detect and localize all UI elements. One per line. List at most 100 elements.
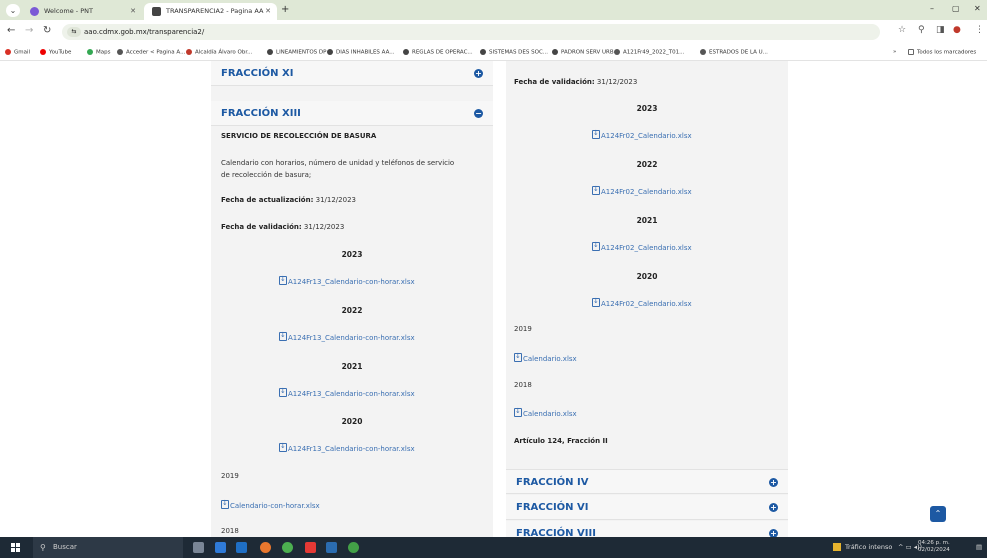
accordion-fraccion-viii[interactable]: FRACCIÓN VIII + [506,521,788,537]
page-icon [117,49,123,55]
minus-circle-icon[interactable]: − [474,109,483,118]
forward-icon[interactable]: → [25,25,33,36]
site-info-icon[interactable]: ⇆ [67,27,81,37]
minimize-icon[interactable]: – [930,4,934,13]
year-label: 2019 [514,325,532,333]
taskbar-search-input[interactable]: ⚲ Buscar [33,537,183,558]
file-link[interactable]: A124Fr13_Calendario-con-horar.xlsx [279,442,415,453]
bookmark-gmail[interactable]: Gmail [5,49,30,56]
firefox-icon[interactable] [260,542,271,553]
scroll-to-top-button[interactable]: ⌃ [930,506,946,522]
maps-icon [87,49,93,55]
notifications-icon[interactable]: ▤ [976,537,982,558]
bookmark-reglas[interactable]: REGLAS DE OPERAC... [403,49,473,56]
all-bookmarks-folder[interactable]: Todos los marcadores [908,49,976,56]
bookmark-sistemas[interactable]: SISTEMAS DES SOC... [480,49,548,56]
tab-search-icon[interactable]: ⌄ [6,4,20,17]
file-link[interactable]: A124Fr13_Calendario-con-horar.xlsx [279,387,415,398]
reload-icon[interactable]: ↻ [43,25,51,36]
year-heading: 2022 [341,306,363,315]
accordion-fraccion-vi[interactable]: FRACCIÓN VI + [506,495,788,520]
app-icon[interactable] [326,542,337,553]
description-line-1: Calendario con horarios, número de unida… [221,159,455,167]
maximize-icon[interactable]: ▢ [952,4,960,13]
file-link[interactable]: Calendario.xlsx [514,352,577,363]
youtube-icon [40,49,46,55]
tab-welcome[interactable]: Welcome - PNT ✕ [22,3,142,20]
download-icon [279,387,287,397]
task-view-icon[interactable] [193,542,204,553]
year-heading: 2023 [341,250,363,259]
download-icon [279,331,287,341]
accordion-fraccion-iv[interactable]: FRACCIÓN IV + [506,469,788,494]
chrome-active-icon[interactable] [348,542,359,553]
year-heading: 2021 [341,362,363,371]
plus-circle-icon[interactable]: + [769,529,778,537]
globe-icon [327,49,333,55]
bookmark-acceder[interactable]: Acceder < Pagina A... [117,49,185,56]
file-link[interactable]: A124Fr13_Calendario-con-horar.xlsx [279,275,415,286]
accordion-fraccion-xiii[interactable]: FRACCIÓN XIII − [211,101,493,126]
close-icon[interactable]: ✕ [130,3,136,19]
tab-title: TRANSPARENCIA2 - Pagina AA [166,7,264,15]
weather-widget[interactable]: Tráfico intenso [833,537,892,558]
right-accordion-panel: Fecha de validación: 31/12/2023 2023 A12… [506,61,788,537]
bookmark-dias-inhabiles[interactable]: DIAS INHABILES AA... [327,49,395,56]
download-icon [221,499,229,509]
profile-avatar[interactable]: ● [953,25,961,35]
chrome-icon[interactable] [282,542,293,553]
pnt-favicon-icon [30,7,39,16]
plus-circle-icon[interactable]: + [474,69,483,78]
year-heading: 2022 [636,160,658,169]
download-icon [279,275,287,285]
search-icon: ⚲ [40,543,46,552]
bookmark-alcaldia[interactable]: Alcaldía Álvaro Obr... [186,49,252,56]
file-link[interactable]: Calendario.xlsx [514,407,577,418]
new-tab-icon[interactable]: + [281,3,289,17]
file-link[interactable]: A124Fr02_Calendario.xlsx [592,129,692,140]
file-link[interactable]: A124Fr13_Calendario-con-horar.xlsx [279,331,415,342]
accordion-fraccion-xi[interactable]: FRACCIÓN XI + [211,61,493,86]
globe-icon [267,49,273,55]
globe-icon [403,49,409,55]
outlook-icon[interactable] [236,542,247,553]
bookmark-padron[interactable]: PADRON SERV URB [552,49,614,56]
file-link[interactable]: A124Fr02_Calendario.xlsx [592,297,692,308]
taskbar-clock[interactable]: 04:26 p. m. 02/02/2024 [918,540,950,554]
close-window-icon[interactable]: ✕ [974,4,981,13]
page-icon [614,49,620,55]
validation-date: Fecha de validación: 31/12/2023 [514,78,638,86]
sidepanel-icon[interactable]: ◨ [936,25,945,35]
extensions-icon[interactable]: ⚲ [918,25,925,35]
bookmark-maps[interactable]: Maps [87,49,110,56]
plus-circle-icon[interactable]: + [769,478,778,487]
year-heading: 2023 [636,104,658,113]
year-heading: 2020 [341,417,363,426]
globe-icon [480,49,486,55]
back-icon[interactable]: ← [7,25,15,36]
more-bookmarks-icon[interactable]: » [893,49,896,55]
close-icon[interactable]: ✕ [265,3,271,19]
tab-transparencia[interactable]: TRANSPARENCIA2 - Pagina AA ✕ [144,3,277,20]
bookmark-youtube[interactable]: YouTube [40,49,71,56]
menu-icon[interactable]: ⋮ [975,25,984,35]
bookmark-star-icon[interactable]: ☆ [898,25,906,35]
download-icon [514,352,522,362]
url-input[interactable]: ⇆ aao.cdmx.gob.mx/transparencia2/ [62,24,880,40]
bookmark-estrados[interactable]: ESTRADOS DE LA U... [700,49,768,56]
windows-start-icon[interactable] [11,543,21,553]
page-icon [700,49,706,55]
file-link[interactable]: Calendario-con-horar.xlsx [221,499,320,510]
year-label: 2018 [514,381,532,389]
file-link[interactable]: A124Fr02_Calendario.xlsx [592,241,692,252]
traffic-icon [833,543,841,551]
folder-icon [908,49,914,55]
bookmark-a121fr49[interactable]: A121Fr49_2022_T01... [614,49,684,56]
file-link[interactable]: A124Fr02_Calendario.xlsx [592,185,692,196]
plus-circle-icon[interactable]: + [769,503,778,512]
bookmark-lineamientos[interactable]: LINEAMIENTOS DP [267,49,326,56]
bookmarks-bar: Gmail YouTube Maps Acceder < Pagina A...… [0,45,987,61]
url-text: aao.cdmx.gob.mx/transparencia2/ [84,28,205,36]
mail-icon[interactable] [215,542,226,553]
acrobat-icon[interactable] [305,542,316,553]
